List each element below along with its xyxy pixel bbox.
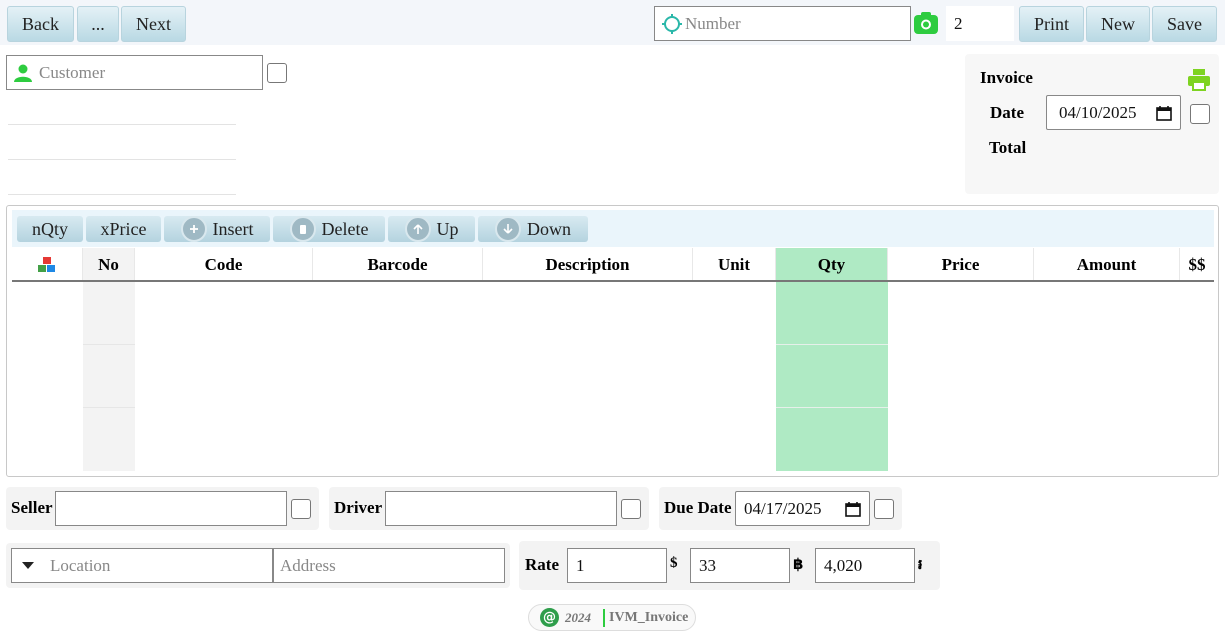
footer-brand: IVM_Invoice — [609, 609, 689, 625]
footer-divider — [603, 608, 605, 627]
invoice-lines-grid: nQty xPrice Insert Delete Up Down No Cod… — [6, 205, 1219, 477]
delete-label: Delete — [321, 218, 369, 239]
calendar-icon[interactable] — [1156, 105, 1172, 121]
location-select[interactable]: Location — [11, 548, 273, 583]
due-date-label: Due Date — [664, 498, 732, 517]
invoice-date-input[interactable]: 04/10/2025 — [1046, 95, 1181, 130]
crosshair-icon — [661, 13, 683, 35]
copies-input[interactable]: 2 — [946, 6, 1014, 41]
driver-group: Driver — [329, 487, 649, 530]
rate-thb-input[interactable]: 33 — [690, 548, 790, 583]
down-label: Down — [527, 218, 571, 239]
customer-detail-line — [8, 194, 236, 195]
cubes-icon — [37, 256, 57, 274]
driver-label: Driver — [334, 498, 383, 517]
seller-group: Seller — [6, 487, 319, 530]
driver-input[interactable] — [385, 491, 617, 526]
arrow-down-icon — [495, 216, 521, 242]
table-row[interactable] — [776, 407, 888, 408]
column-header-code[interactable]: Code — [135, 248, 313, 282]
caret-down-icon — [22, 561, 34, 570]
invoice-date-checkbox[interactable] — [1190, 104, 1210, 124]
trash-icon — [289, 216, 316, 242]
at-icon: @ — [540, 608, 559, 627]
save-button[interactable]: Save — [1152, 6, 1217, 42]
number-placeholder: Number — [685, 13, 741, 33]
customer-checkbox[interactable] — [267, 63, 287, 83]
rate-group: Rate 1 $ 33 ฿ 4,020 ៛ — [519, 541, 940, 590]
nqty-label: nQty — [32, 218, 68, 239]
location-group: Location Address — [6, 543, 510, 588]
xprice-label: xPrice — [100, 218, 147, 239]
due-date-input[interactable]: 04/17/2025 — [735, 491, 870, 526]
plus-circle-icon — [180, 216, 207, 242]
printer-icon[interactable] — [1187, 68, 1211, 92]
address-input[interactable]: Address — [273, 548, 505, 583]
insert-button[interactable]: Insert — [164, 216, 270, 242]
seller-label: Seller — [11, 498, 53, 517]
next-button[interactable]: Next — [121, 6, 186, 42]
footer-badge: @ 2024 IVM_Invoice — [528, 604, 696, 631]
table-row[interactable] — [83, 407, 135, 408]
person-icon — [13, 63, 33, 83]
customer-detail-line — [8, 124, 236, 125]
total-label: Total — [989, 138, 1027, 157]
new-button[interactable]: New — [1086, 6, 1150, 42]
customer-input[interactable]: Customer — [6, 55, 263, 90]
due-date-group: Due Date 04/17/2025 — [659, 487, 902, 530]
rate-khr-input[interactable]: 4,020 — [815, 548, 915, 583]
seller-input[interactable] — [55, 491, 287, 526]
column-header-no[interactable]: No — [83, 248, 135, 282]
column-header-barcode[interactable]: Barcode — [313, 248, 483, 282]
rate-label: Rate — [525, 555, 559, 574]
column-header-price[interactable]: Price — [888, 248, 1034, 282]
calendar-icon[interactable] — [845, 501, 861, 517]
date-label: Date — [990, 103, 1024, 122]
khr-symbol: ៛ — [918, 557, 923, 573]
up-button[interactable]: Up — [388, 216, 475, 242]
customer-detail-line — [8, 159, 236, 160]
number-input[interactable]: Number — [654, 6, 911, 41]
arrow-up-icon — [404, 216, 431, 242]
due-date-value: 04/17/2025 — [744, 498, 822, 518]
seller-checkbox[interactable] — [291, 499, 311, 519]
usd-symbol: $ — [670, 555, 678, 571]
column-header-unit[interactable]: Unit — [693, 248, 776, 282]
column-header-qty[interactable]: Qty — [776, 248, 888, 282]
column-header-dollar[interactable]: $$ — [1180, 248, 1214, 282]
invoice-heading: Invoice — [980, 68, 1033, 87]
down-button[interactable]: Down — [478, 216, 588, 242]
footer-year: 2024 — [565, 609, 591, 625]
back-button[interactable]: Back — [7, 6, 74, 42]
due-date-checkbox[interactable] — [874, 499, 894, 519]
camera-icon[interactable] — [913, 11, 939, 35]
invoice-date-value: 04/10/2025 — [1059, 102, 1137, 122]
delete-button[interactable]: Delete — [273, 216, 385, 242]
top-toolbar: Back ... Next Number 2 Print New Save — [0, 0, 1225, 45]
driver-checkbox[interactable] — [621, 499, 641, 519]
xprice-button[interactable]: xPrice — [86, 216, 161, 242]
print-button[interactable]: Print — [1019, 6, 1084, 42]
header-divider — [12, 280, 1214, 282]
invoice-panel: Invoice Date 04/10/2025 Total — [965, 54, 1219, 194]
up-label: Up — [436, 218, 459, 239]
table-row[interactable] — [83, 344, 135, 345]
column-header-amount[interactable]: Amount — [1034, 248, 1180, 282]
address-placeholder: Address — [280, 555, 336, 575]
thb-symbol: ฿ — [793, 555, 804, 573]
location-placeholder: Location — [50, 555, 111, 575]
table-row[interactable] — [776, 344, 888, 345]
column-header-icon — [12, 248, 83, 282]
customer-placeholder: Customer — [39, 62, 106, 82]
grid-toolbar: nQty xPrice Insert Delete Up Down — [12, 210, 1214, 247]
more-button[interactable]: ... — [77, 6, 119, 42]
column-header-description[interactable]: Description — [483, 248, 693, 282]
rate-usd-input[interactable]: 1 — [567, 548, 667, 583]
insert-label: Insert — [212, 218, 254, 239]
nqty-button[interactable]: nQty — [17, 216, 83, 242]
